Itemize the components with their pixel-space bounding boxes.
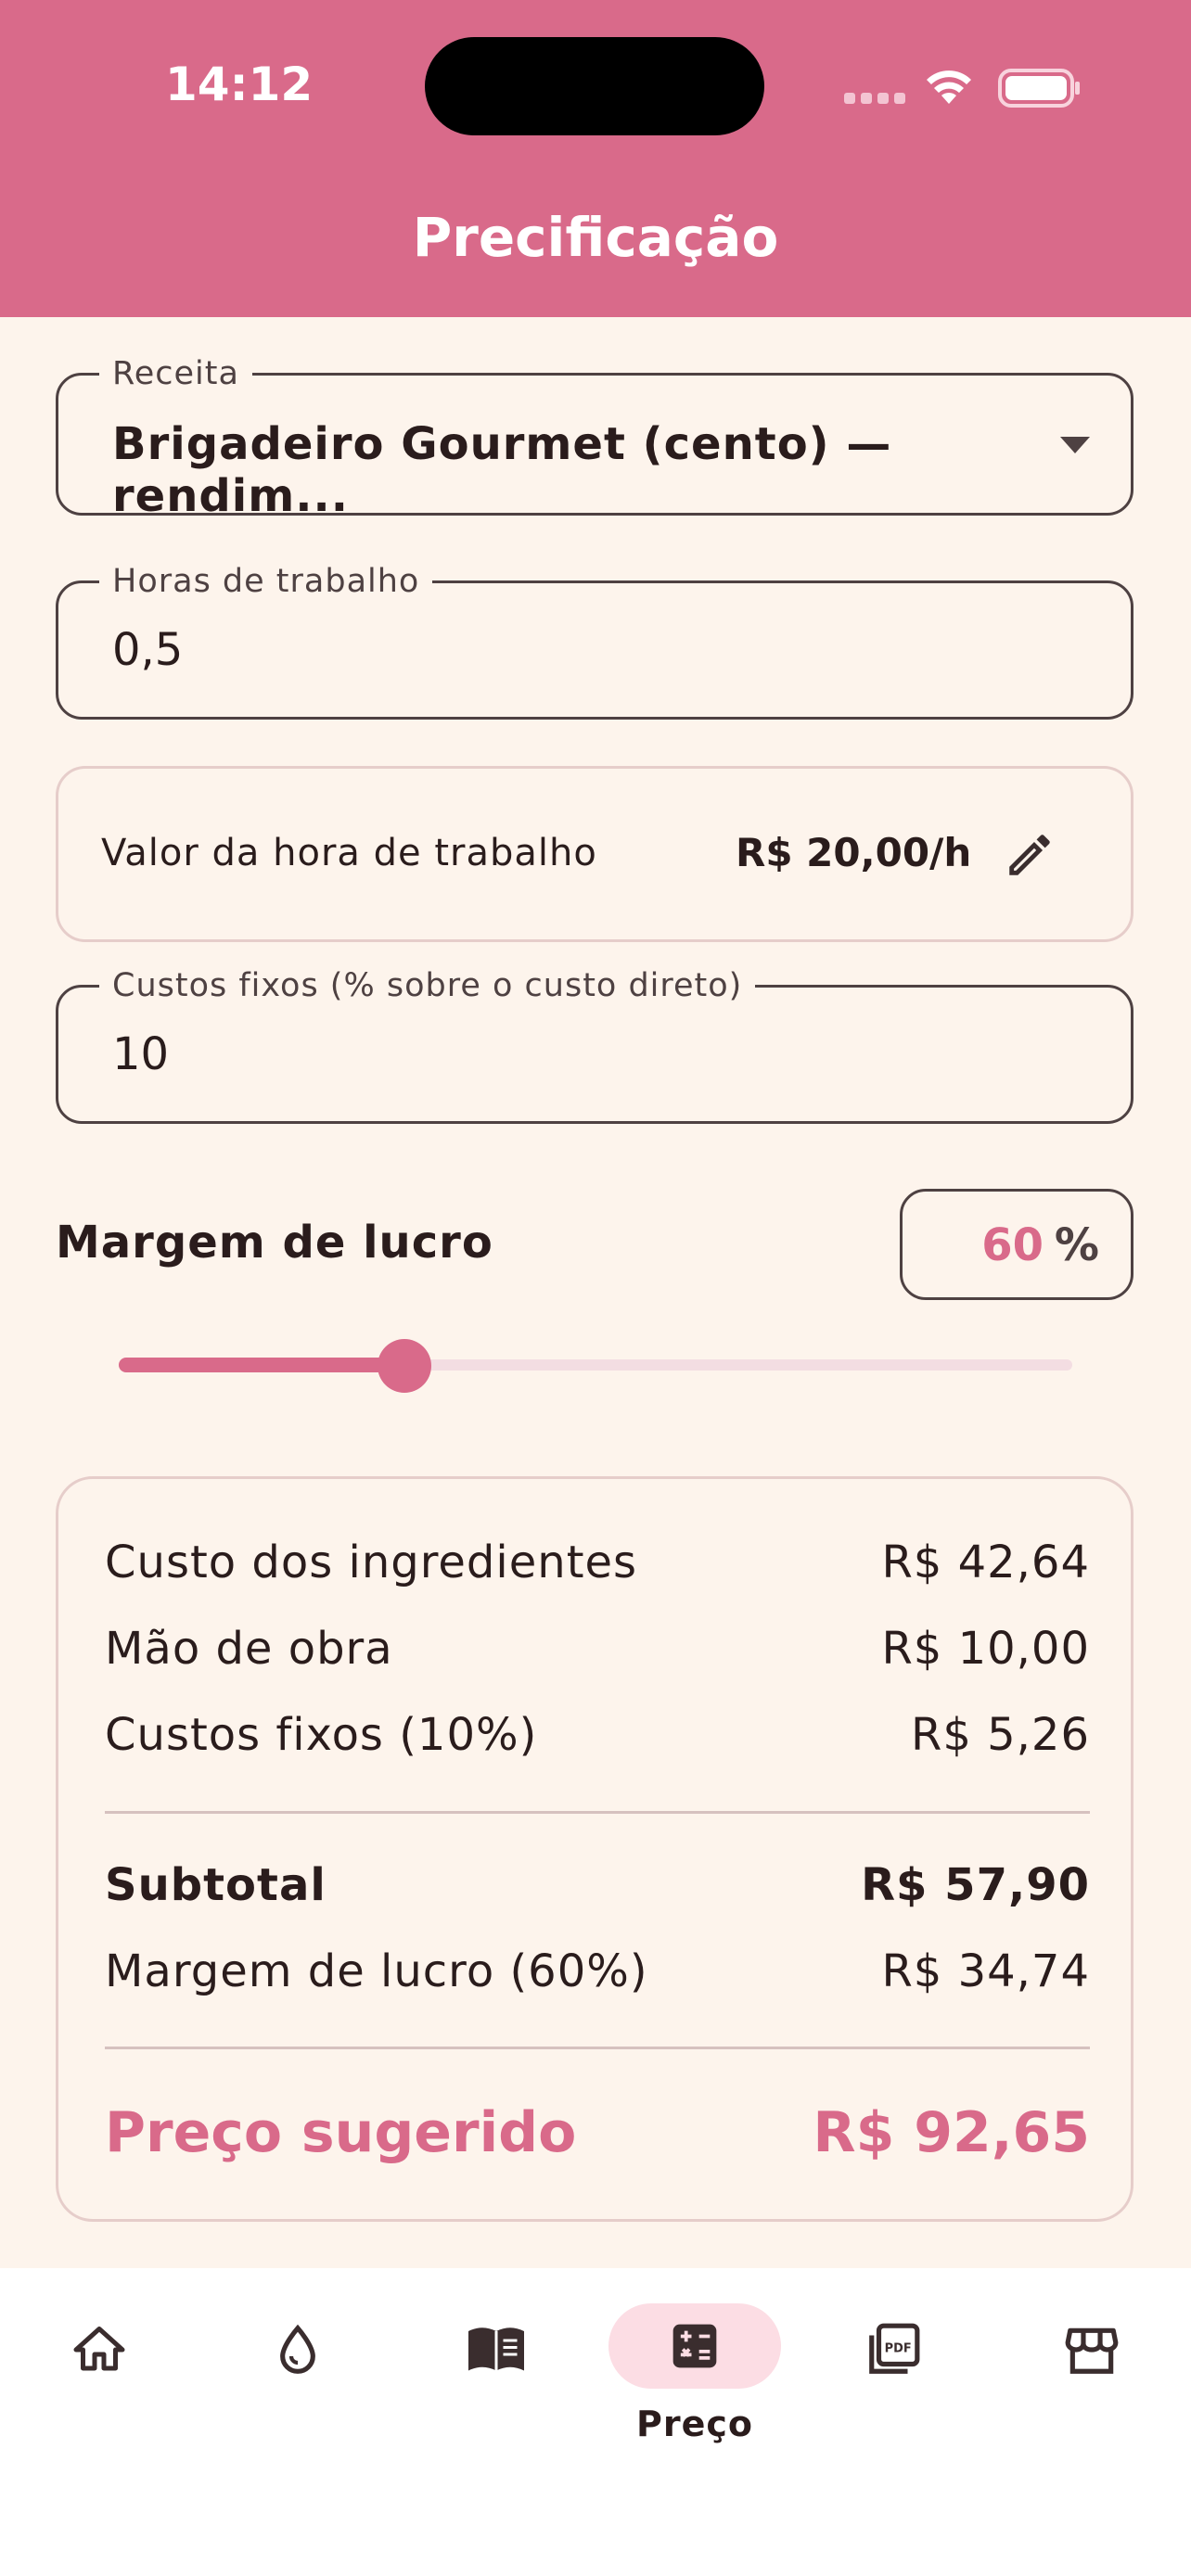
- summary-row-label: Custo dos ingredientes: [105, 1537, 638, 1588]
- edit-pencil-icon[interactable]: [1003, 828, 1057, 882]
- hour-rate-card: Valor da hora de trabalho R$ 20,00/h: [56, 766, 1133, 942]
- page-title: Precificação: [412, 206, 779, 269]
- hours-value[interactable]: 0,5: [112, 624, 183, 676]
- margin-summary-value: R$ 34,74: [881, 1945, 1090, 1997]
- margin-summary-row: Margem de lucro (60%) R$ 34,74: [105, 1945, 1090, 1997]
- summary-divider: [105, 1811, 1090, 1814]
- margin-summary-label: Margem de lucro (60%): [105, 1945, 648, 1997]
- cellular-signal-icon: [844, 93, 905, 104]
- margin-value[interactable]: 60: [981, 1219, 1044, 1271]
- nav-home[interactable]: [13, 2303, 186, 2396]
- book-icon: [468, 2327, 524, 2371]
- battery-icon: [998, 69, 1080, 108]
- fixed-costs-label: Custos fixos (% sobre o custo direto): [99, 967, 756, 1004]
- suggested-price-value: R$ 92,65: [813, 2100, 1090, 2165]
- suggested-price-row: Preço sugerido R$ 92,65: [105, 2100, 1090, 2165]
- subtotal-row: Subtotal R$ 57,90: [105, 1859, 1090, 1911]
- summary-row-label: Custos fixos (10%): [105, 1709, 538, 1761]
- recipe-select[interactable]: Receita Brigadeiro Gourmet (cento) — ren…: [56, 355, 1133, 522]
- calculator-icon: [672, 2324, 717, 2368]
- summary-row-value: R$ 10,00: [881, 1623, 1090, 1675]
- summary-row: Mão de obra R$ 10,00: [105, 1623, 1090, 1675]
- recipe-label: Receita: [99, 355, 252, 392]
- nav-store[interactable]: [1005, 2303, 1178, 2396]
- fixed-costs-value[interactable]: 10: [112, 1028, 169, 1080]
- price-summary-card: Custo dos ingredientes R$ 42,64 Mão de o…: [56, 1476, 1133, 2222]
- margin-unit: %: [1054, 1219, 1099, 1271]
- subtotal-label: Subtotal: [105, 1859, 327, 1911]
- wifi-icon: [927, 70, 971, 104]
- summary-row-value: R$ 5,26: [910, 1709, 1090, 1761]
- hour-rate-label: Valor da hora de trabalho: [101, 832, 597, 874]
- nav-pricing[interactable]: [608, 2303, 781, 2389]
- fixed-costs-input[interactable]: Custos fixos (% sobre o custo direto) 10: [56, 967, 1133, 1124]
- pdf-icon: PDF: [869, 2323, 920, 2374]
- home-indicator: [467, 2539, 724, 2548]
- summary-row-label: Mão de obra: [105, 1623, 393, 1675]
- nav-recipes[interactable]: [410, 2303, 583, 2396]
- dropdown-arrow-icon[interactable]: [1058, 435, 1092, 455]
- hours-label: Horas de trabalho: [99, 563, 433, 600]
- nav-pdf[interactable]: PDF: [807, 2303, 980, 2396]
- margin-input[interactable]: 60 %: [900, 1189, 1133, 1300]
- recipe-value: Brigadeiro Gourmet (cento) — rendim...: [112, 418, 892, 522]
- home-icon: [73, 2327, 125, 2371]
- status-time: 14:12: [165, 57, 314, 111]
- subtotal-value: R$ 57,90: [861, 1859, 1090, 1911]
- svg-text:PDF: PDF: [885, 2342, 912, 2356]
- nav-ingredients[interactable]: [211, 2303, 384, 2396]
- nav-pricing-label[interactable]: Preço: [608, 2404, 781, 2444]
- margin-slider-fill: [119, 1358, 405, 1372]
- margin-slider-thumb[interactable]: [378, 1339, 432, 1393]
- summary-row-value: R$ 42,64: [881, 1537, 1090, 1588]
- drop-icon: [280, 2324, 315, 2374]
- summary-row: Custo dos ingredientes R$ 42,64: [105, 1537, 1090, 1588]
- summary-row: Custos fixos (10%) R$ 5,26: [105, 1709, 1090, 1761]
- summary-divider: [105, 2047, 1090, 2049]
- store-icon: [1065, 2327, 1119, 2374]
- margin-label: Margem de lucro: [56, 1217, 493, 1269]
- hour-rate-value: R$ 20,00/h: [736, 830, 972, 875]
- hours-input[interactable]: Horas de trabalho 0,5: [56, 563, 1133, 720]
- dynamic-island: [425, 37, 764, 135]
- suggested-price-label: Preço sugerido: [105, 2100, 577, 2165]
